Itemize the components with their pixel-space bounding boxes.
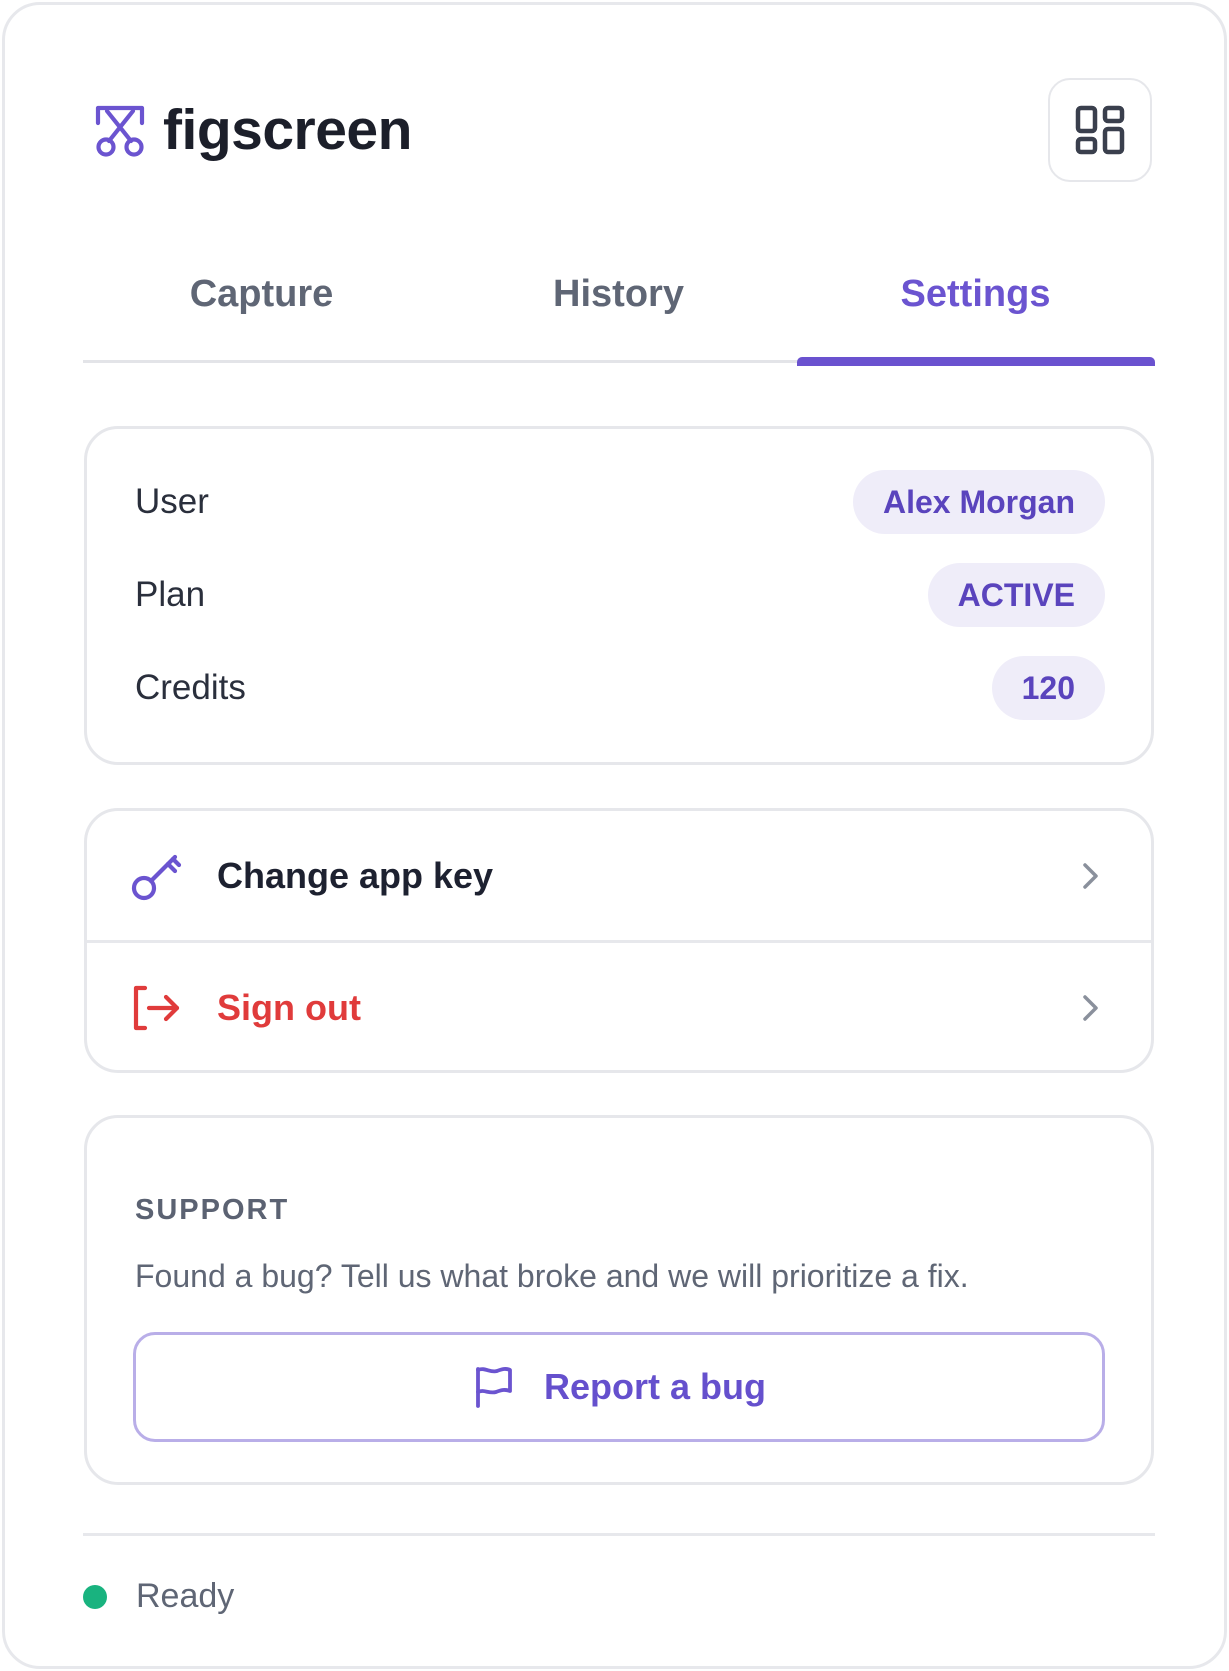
app-name: figscreen — [163, 98, 412, 162]
tab-settings[interactable]: Settings — [797, 255, 1154, 360]
sign-out-button[interactable]: Sign out — [87, 943, 1151, 1070]
flag-icon — [476, 1367, 512, 1408]
app-logo: figscreen — [95, 102, 412, 159]
change-app-key-button[interactable]: Change app key — [87, 811, 1151, 943]
support-heading: SUPPORT — [135, 1194, 290, 1226]
chevron-right-icon — [1083, 995, 1098, 1021]
report-bug-button[interactable]: Report a bug — [133, 1332, 1105, 1442]
user-label: User — [135, 482, 209, 521]
app-window: figscreen Capture History Settings User … — [2, 2, 1227, 1669]
account-card: User Alex Morgan Plan ACTIVE Credits 120 — [84, 426, 1154, 765]
status-text: Ready — [136, 1577, 235, 1615]
plan-label: Plan — [135, 575, 206, 614]
status-indicator: Ready — [83, 1577, 234, 1616]
plan-row: Plan ACTIVE — [135, 563, 1105, 627]
tab-capture[interactable]: Capture — [83, 255, 440, 360]
user-badge: Alex Morgan — [852, 470, 1105, 534]
plan-badge: ACTIVE — [927, 563, 1105, 627]
sign-out-label: Sign out — [217, 987, 361, 1028]
footer-divider — [83, 1533, 1155, 1536]
credits-badge: 120 — [991, 656, 1105, 720]
report-bug-label: Report a bug — [544, 1366, 766, 1407]
tab-bar: Capture History Settings — [83, 255, 1155, 366]
account-actions-card: Change app key Sign out — [84, 808, 1154, 1073]
key-icon — [130, 849, 184, 903]
chevron-right-icon — [1083, 862, 1098, 889]
change-app-key-label: Change app key — [217, 854, 494, 896]
scissors-frame-icon — [95, 105, 145, 157]
sign-out-icon — [130, 981, 184, 1035]
support-description: Found a bug? Tell us what broke and we w… — [135, 1258, 969, 1294]
layout-grid-icon — [1075, 105, 1125, 155]
user-row: User Alex Morgan — [135, 470, 1105, 534]
active-tab-indicator — [797, 357, 1155, 366]
credits-label: Credits — [135, 668, 246, 707]
status-dot-icon — [83, 1584, 107, 1609]
credits-row: Credits 120 — [135, 656, 1105, 720]
tab-history[interactable]: History — [440, 255, 797, 360]
layout-toggle-button[interactable] — [1048, 78, 1152, 182]
support-card: SUPPORT Found a bug? Tell us what broke … — [84, 1115, 1154, 1485]
